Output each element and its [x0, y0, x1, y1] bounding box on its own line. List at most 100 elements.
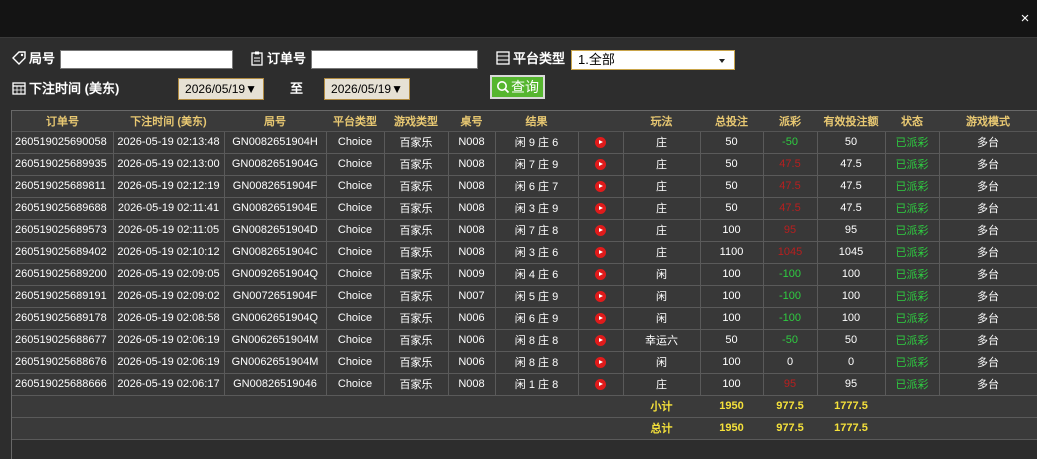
summary-bet: 1950: [700, 395, 763, 418]
round-id-cell: GN0082651904C: [224, 241, 327, 264]
game-type-cell: 百家乐: [384, 241, 449, 264]
date-to-picker[interactable]: 2026/05/19▼: [324, 78, 410, 100]
table-number-cell: N006: [448, 307, 496, 330]
date-range-separator: 至: [290, 81, 304, 96]
valid-bet-cell: 47.5: [817, 197, 886, 220]
play-icon[interactable]: [595, 290, 606, 302]
play-icon[interactable]: [595, 158, 606, 170]
empty-cell: [495, 417, 578, 440]
play-icon[interactable]: [595, 312, 606, 324]
platform-cell: Choice: [326, 373, 385, 396]
result-cell: 闲 9 庄 6: [495, 131, 579, 154]
round-id-cell: GN0072651904F: [224, 285, 327, 308]
empty-cell: [578, 417, 623, 440]
round-label: 局号: [29, 51, 56, 66]
total-bet-cell: 100: [700, 285, 764, 308]
order-id-cell: 260519025688676: [12, 351, 114, 374]
result-cell: 闲 8 庄 8: [495, 329, 579, 352]
payout-cell: -50: [763, 329, 818, 352]
summary-payout: 977.5: [763, 395, 817, 418]
valid-bet-cell: 47.5: [817, 153, 886, 176]
result-cell: 闲 6 庄 7: [495, 175, 579, 198]
game-type-cell: 百家乐: [384, 285, 449, 308]
column-header: 游戏类型: [384, 111, 448, 132]
summary-label: 小计: [623, 395, 700, 418]
table-row: 260519025689811 2026-05-19 02:12:19 GN0082…: [12, 175, 1037, 198]
result-cell: 闲 5 庄 9: [495, 285, 579, 308]
play-icon[interactable]: [595, 268, 606, 280]
round-input[interactable]: [60, 50, 233, 69]
payout-cell: 47.5: [763, 153, 818, 176]
table-header-row: 订单号 下注时间 (美东) 局号 平台类型 游戏类型 桌号 结果 玩法 总投注 派彩 有效投注额 状态…: [12, 111, 1037, 132]
column-header: 游戏模式: [939, 111, 1037, 132]
replay-cell[interactable]: [578, 131, 624, 154]
close-button[interactable]: ×: [1018, 11, 1032, 26]
round-id-cell: GN0062651904M: [224, 351, 327, 374]
table-row: 260519025688676 2026-05-19 02:06:19 GN0062…: [12, 351, 1037, 374]
bet-type-cell: 庄: [623, 241, 701, 264]
replay-cell[interactable]: [578, 219, 624, 242]
replay-cell[interactable]: [578, 175, 624, 198]
replay-cell[interactable]: [578, 263, 624, 286]
play-icon[interactable]: [595, 202, 606, 214]
replay-cell[interactable]: [578, 307, 624, 330]
column-header: 下注时间 (美东): [113, 111, 224, 132]
play-icon[interactable]: [595, 180, 606, 192]
play-icon[interactable]: [595, 246, 606, 258]
order-filter-label: 订单号: [249, 48, 306, 67]
tag-icon: [12, 50, 26, 65]
play-icon[interactable]: [595, 356, 606, 368]
platform-filter-label: 平台类型: [495, 48, 565, 67]
total-bet-cell: 100: [700, 263, 764, 286]
table-row: 260519025688677 2026-05-19 02:06:19 GN0062…: [12, 329, 1037, 352]
round-id-cell: GN0082651904E: [224, 197, 327, 220]
summary-valid-bet: 1777.5: [817, 417, 885, 440]
replay-cell[interactable]: [578, 241, 624, 264]
play-icon[interactable]: [595, 224, 606, 236]
status-cell: 已派彩: [885, 131, 940, 154]
query-button[interactable]: 查询: [490, 75, 545, 99]
clipboard-icon: [251, 51, 263, 66]
replay-cell[interactable]: [578, 329, 624, 352]
table-number-cell: N008: [448, 219, 496, 242]
empty-cell: [12, 395, 113, 418]
column-header: 结果: [495, 111, 578, 132]
table-row: 260519025689688 2026-05-19 02:11:41 GN0082…: [12, 197, 1037, 220]
bet-type-cell: 闲: [623, 285, 701, 308]
date-from-picker[interactable]: 2026/05/19▼: [178, 78, 264, 100]
table-number-cell: N008: [448, 175, 496, 198]
replay-cell[interactable]: [578, 351, 624, 374]
round-id-cell: GN0092651904Q: [224, 263, 327, 286]
platform-cell: Choice: [326, 219, 385, 242]
order-id-cell: 260519025689178: [12, 307, 114, 330]
column-header: [578, 111, 623, 132]
status-cell: 已派彩: [885, 263, 940, 286]
replay-cell[interactable]: [578, 373, 624, 396]
game-type-cell: 百家乐: [384, 373, 449, 396]
table-row: 260519025689573 2026-05-19 02:11:05 GN0082…: [12, 219, 1037, 242]
play-icon[interactable]: [595, 136, 606, 148]
status-cell: 已派彩: [885, 219, 940, 242]
chevron-down-icon: [719, 59, 725, 63]
replay-cell[interactable]: [578, 197, 624, 220]
play-icon[interactable]: [595, 334, 606, 346]
status-cell: 已派彩: [885, 285, 940, 308]
empty-cell: [939, 417, 1037, 440]
order-input[interactable]: [311, 50, 478, 69]
summary-valid-bet: 1777.5: [817, 395, 885, 418]
platform-cell: Choice: [326, 351, 385, 374]
payout-cell: -100: [763, 307, 818, 330]
game-type-cell: 百家乐: [384, 131, 449, 154]
empty-cell: [448, 417, 495, 440]
valid-bet-cell: 50: [817, 131, 886, 154]
payout-cell: 47.5: [763, 197, 818, 220]
platform-select[interactable]: 1.全部: [571, 50, 735, 70]
game-mode-cell: 多台: [939, 219, 1037, 242]
game-mode-cell: 多台: [939, 131, 1037, 154]
replay-cell[interactable]: [578, 153, 624, 176]
summary-payout: 977.5: [763, 417, 817, 440]
play-icon[interactable]: [595, 378, 606, 390]
valid-bet-cell: 100: [817, 285, 886, 308]
table-number-cell: N008: [448, 131, 496, 154]
replay-cell[interactable]: [578, 285, 624, 308]
